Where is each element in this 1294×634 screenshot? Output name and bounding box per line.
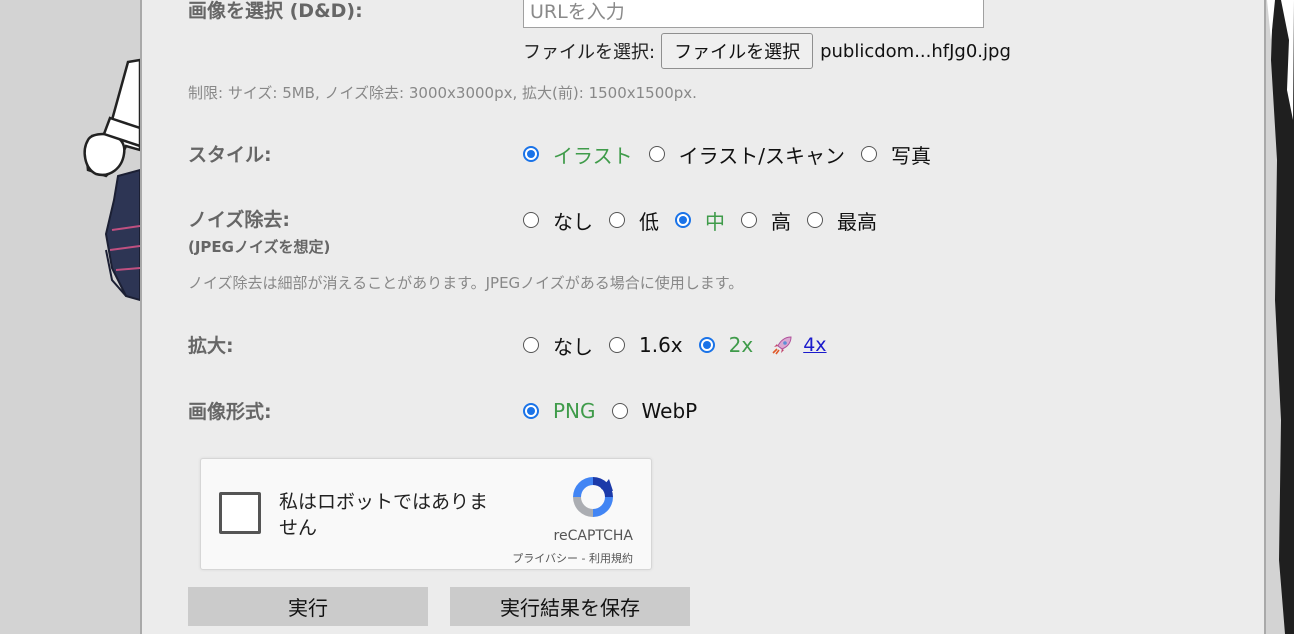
file-select-row: ファイルを選択: ファイルを選択 publicdom...hfJg0.jpg	[523, 33, 1011, 69]
noise-option-high[interactable]: 高	[771, 206, 791, 235]
noise-radio-high[interactable]	[741, 212, 757, 228]
style-option-illust[interactable]: イラスト	[553, 140, 633, 169]
recaptcha-checkbox[interactable]	[219, 492, 261, 534]
noise-radio-low[interactable]	[609, 212, 625, 228]
scale-option-1-6x[interactable]: 1.6x	[639, 333, 683, 357]
scale-option-2x[interactable]: 2x	[729, 333, 754, 357]
noise-options: なし 低 中 高 最高	[523, 206, 893, 235]
image-select-label: 画像を選択 (D&D):	[188, 0, 363, 22]
waifu2x-form-panel: 画像を選択 (D&D): ファイルを選択: ファイルを選択 publicdom.…	[140, 0, 1266, 634]
file-select-label: ファイルを選択:	[523, 42, 656, 63]
style-option-scan[interactable]: イラスト/スキャン	[679, 140, 845, 169]
style-label: スタイル:	[188, 144, 272, 166]
recaptcha-links[interactable]: プライバシー - 利用規約	[481, 550, 633, 566]
format-radio-webp[interactable]	[611, 403, 628, 419]
style-option-photo[interactable]: 写真	[891, 140, 931, 169]
noise-option-none[interactable]: なし	[553, 206, 593, 235]
format-options: PNG WebP	[523, 398, 713, 424]
style-radio-scan[interactable]	[648, 146, 665, 162]
noise-label: ノイズ除去:	[188, 209, 291, 231]
limits-note: 制限: サイズ: 5MB, ノイズ除去: 3000x3000px, 拡大(前):…	[188, 84, 697, 102]
scale-4x-label: 4x	[803, 334, 827, 356]
recaptcha-text: 私はロボットではありません	[279, 491, 489, 539]
rocket-icon	[772, 336, 792, 355]
background-illustration	[0, 0, 140, 634]
url-input[interactable]	[523, 0, 984, 28]
scale-label: 拡大:	[188, 335, 234, 357]
noise-radio-medium[interactable]	[675, 212, 691, 228]
style-radio-illust[interactable]	[523, 146, 539, 162]
recaptcha-widget: 私はロボットではありません reCAPTCHA プライバシー - 利用規約	[200, 458, 652, 570]
format-label: 画像形式:	[188, 401, 272, 423]
noise-radio-none[interactable]	[523, 212, 539, 228]
file-select-button[interactable]: ファイルを選択	[661, 33, 814, 69]
scale-radio-2x[interactable]	[698, 337, 715, 353]
format-option-webp[interactable]: WebP	[642, 399, 698, 423]
noise-note: ノイズ除去は細部が消えることがあります。JPEGノイズがある場合に使用します。	[188, 274, 744, 292]
noise-option-low[interactable]: 低	[639, 206, 659, 235]
selected-file-name: publicdom...hfJg0.jpg	[820, 40, 1011, 62]
noise-option-highest[interactable]: 最高	[837, 206, 877, 235]
style-options: イラスト イラスト/スキャン 写真	[523, 140, 947, 169]
run-button[interactable]: 実行	[188, 587, 428, 626]
scale-radio-none[interactable]	[523, 337, 539, 353]
save-result-button[interactable]: 実行結果を保存	[450, 587, 690, 626]
scale-4x-link[interactable]: 4x	[771, 334, 827, 356]
style-radio-photo[interactable]	[860, 146, 877, 162]
noise-option-medium[interactable]: 中	[705, 206, 725, 235]
recaptcha-logo-icon	[573, 477, 613, 517]
recaptcha-brand: reCAPTCHA	[553, 528, 633, 544]
noise-radio-highest[interactable]	[807, 212, 823, 228]
scale-options: なし 1.6x 2x 4x	[523, 331, 827, 360]
scale-option-none[interactable]: なし	[553, 331, 593, 360]
scale-radio-1-6x[interactable]	[609, 337, 625, 353]
noise-sublabel: (JPEGノイズを想定)	[188, 238, 331, 256]
background-illustration-right	[1267, 0, 1294, 634]
format-option-png[interactable]: PNG	[553, 399, 596, 423]
format-radio-png[interactable]	[523, 403, 539, 419]
